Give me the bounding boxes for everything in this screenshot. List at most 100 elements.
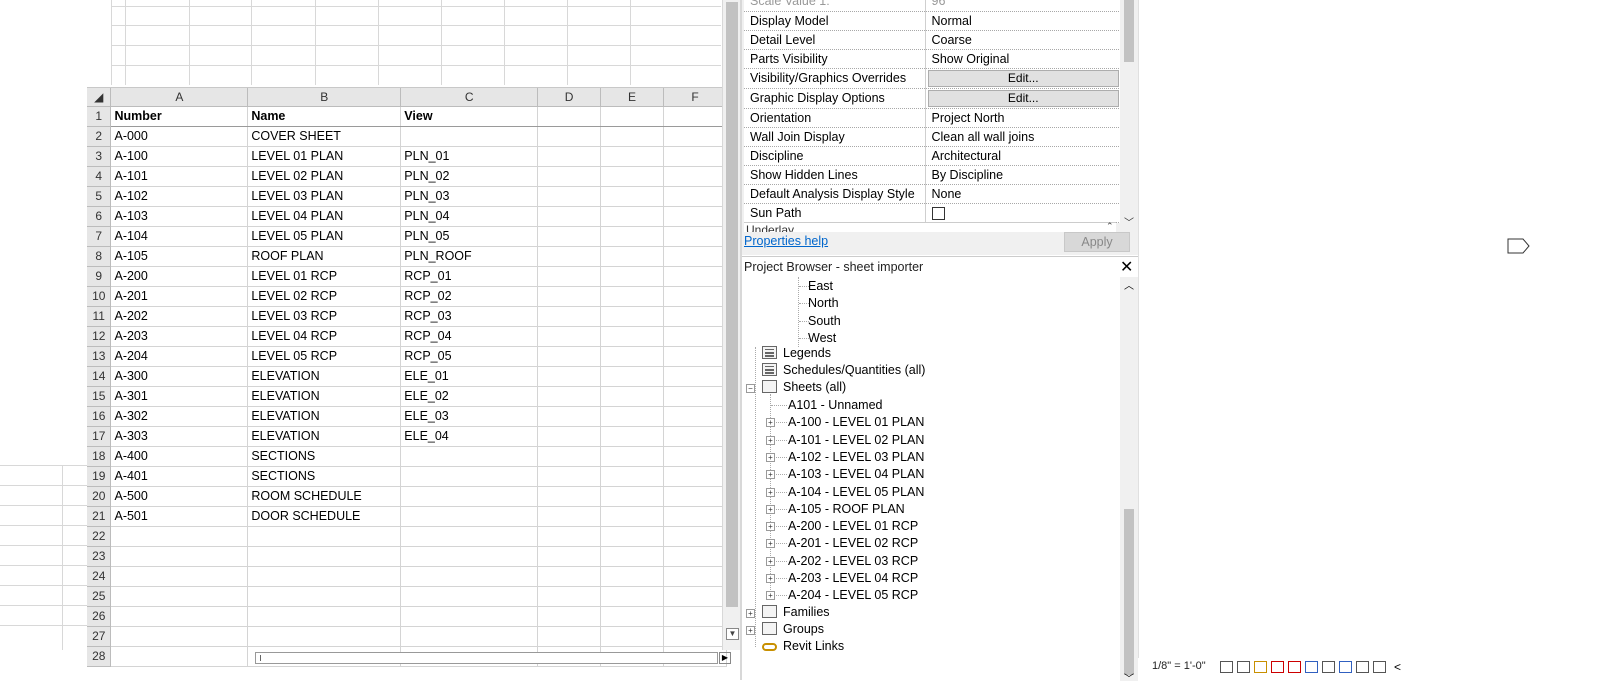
cell[interactable] bbox=[663, 506, 727, 527]
sun-path-checkbox[interactable] bbox=[931, 206, 945, 220]
tree-item-sheet[interactable]: A-104 - LEVEL 05 PLAN bbox=[788, 485, 924, 499]
cell[interactable]: A-201 bbox=[110, 286, 249, 307]
cell[interactable]: ROOM SCHEDULE bbox=[247, 486, 402, 507]
cell[interactable] bbox=[537, 506, 602, 527]
chevron-down-icon[interactable]: ﹀ bbox=[1124, 670, 1134, 685]
cell[interactable] bbox=[663, 246, 727, 267]
row-header[interactable]: 7 bbox=[87, 226, 112, 247]
cell[interactable]: LEVEL 02 RCP bbox=[247, 286, 402, 307]
tree-item-elevation[interactable]: West bbox=[808, 331, 836, 345]
cell[interactable]: ROOF PLAN bbox=[247, 246, 402, 267]
cell[interactable]: LEVEL 05 RCP bbox=[247, 346, 402, 367]
cell[interactable] bbox=[110, 546, 249, 567]
cell[interactable] bbox=[600, 226, 665, 247]
cell[interactable]: A-100 bbox=[110, 146, 249, 167]
cell[interactable] bbox=[537, 626, 602, 647]
row-header[interactable]: 28 bbox=[87, 646, 112, 667]
expand-toggle-icon[interactable]: + bbox=[746, 609, 755, 618]
cell[interactable]: RCP_03 bbox=[400, 306, 539, 327]
cell[interactable] bbox=[600, 106, 665, 127]
cell[interactable] bbox=[537, 326, 602, 347]
cell[interactable]: A-202 bbox=[110, 306, 249, 327]
cell[interactable] bbox=[663, 166, 727, 187]
row-header[interactable]: 1 bbox=[87, 106, 112, 127]
cell[interactable]: A-400 bbox=[110, 446, 249, 467]
cell[interactable] bbox=[400, 466, 539, 487]
row-header[interactable]: 24 bbox=[87, 566, 112, 587]
cell[interactable]: A-000 bbox=[110, 126, 249, 147]
tree-item-sheet[interactable]: A-203 - LEVEL 04 RCP bbox=[788, 571, 918, 585]
drawing-canvas[interactable] bbox=[1138, 0, 1598, 680]
cell[interactable] bbox=[110, 586, 249, 607]
cell[interactable] bbox=[400, 626, 539, 647]
property-value[interactable]: None bbox=[925, 184, 1122, 204]
cell[interactable]: A-501 bbox=[110, 506, 249, 527]
expand-toggle-icon[interactable]: + bbox=[766, 487, 775, 497]
row-header[interactable]: 8 bbox=[87, 246, 112, 267]
cell[interactable]: SECTIONS bbox=[247, 466, 402, 487]
cell[interactable] bbox=[600, 446, 665, 467]
cell[interactable]: ELE_03 bbox=[400, 406, 539, 427]
cell[interactable]: LEVEL 04 RCP bbox=[247, 326, 402, 347]
cell[interactable] bbox=[400, 446, 539, 467]
cell[interactable] bbox=[600, 326, 665, 347]
cell[interactable]: COVER SHEET bbox=[247, 126, 402, 147]
cell[interactable] bbox=[663, 306, 727, 327]
cell[interactable]: A-302 bbox=[110, 406, 249, 427]
cell[interactable] bbox=[600, 286, 665, 307]
row-header[interactable]: 22 bbox=[87, 526, 112, 547]
cell[interactable]: ELE_04 bbox=[400, 426, 539, 447]
cell[interactable]: A-105 bbox=[110, 246, 249, 267]
row-header[interactable]: 3 bbox=[87, 146, 112, 167]
cell[interactable]: Number bbox=[110, 106, 249, 127]
cell[interactable] bbox=[600, 386, 665, 407]
row-header[interactable]: 17 bbox=[87, 426, 112, 447]
cell[interactable]: PLN_01 bbox=[400, 146, 539, 167]
cell[interactable] bbox=[400, 526, 539, 547]
row-header[interactable]: 19 bbox=[87, 466, 112, 487]
row-header[interactable]: 14 bbox=[87, 366, 112, 387]
cell[interactable] bbox=[400, 126, 539, 147]
cell[interactable] bbox=[663, 626, 727, 647]
cell[interactable]: RCP_01 bbox=[400, 266, 539, 287]
cell[interactable]: LEVEL 03 RCP bbox=[247, 306, 402, 327]
cell[interactable] bbox=[247, 526, 402, 547]
tree-item-elevation[interactable]: South bbox=[808, 314, 841, 328]
chevron-up-icon[interactable]: ︿ bbox=[1124, 277, 1134, 292]
row-header[interactable]: 12 bbox=[87, 326, 112, 347]
chevron-down-icon[interactable]: ﹀ bbox=[1124, 214, 1134, 229]
expand-toggle-icon[interactable]: + bbox=[766, 418, 775, 428]
reveal-hidden-icon[interactable] bbox=[1339, 661, 1352, 673]
cell[interactable] bbox=[663, 266, 727, 287]
row-header[interactable]: 6 bbox=[87, 206, 112, 227]
column-header[interactable]: C bbox=[400, 88, 539, 107]
tree-item-sheet[interactable]: A-100 - LEVEL 01 PLAN bbox=[788, 415, 924, 429]
expand-toggle-icon[interactable]: + bbox=[766, 522, 775, 532]
analytical-model-icon[interactable] bbox=[1373, 661, 1386, 673]
cell[interactable]: View bbox=[400, 106, 539, 127]
cell[interactable] bbox=[600, 586, 665, 607]
expand-toggle-icon[interactable]: + bbox=[766, 539, 775, 549]
cell[interactable] bbox=[110, 526, 249, 547]
cell[interactable] bbox=[600, 406, 665, 427]
detail-level-icon[interactable] bbox=[1220, 661, 1233, 673]
sun-path-icon[interactable] bbox=[1254, 661, 1267, 673]
row-header[interactable]: 13 bbox=[87, 346, 112, 367]
cell[interactable]: A-500 bbox=[110, 486, 249, 507]
cell[interactable] bbox=[663, 366, 727, 387]
row-header[interactable]: 23 bbox=[87, 546, 112, 567]
property-value[interactable]: By Discipline bbox=[925, 165, 1122, 185]
cell[interactable] bbox=[537, 466, 602, 487]
cell[interactable] bbox=[247, 566, 402, 587]
tree-item-families[interactable]: Families bbox=[783, 605, 830, 619]
cell[interactable] bbox=[400, 586, 539, 607]
cell[interactable] bbox=[600, 246, 665, 267]
cell[interactable] bbox=[537, 226, 602, 247]
cell[interactable]: DOOR SCHEDULE bbox=[247, 506, 402, 527]
tree-item-sheet[interactable]: A-204 - LEVEL 05 RCP bbox=[788, 588, 918, 602]
cell[interactable] bbox=[663, 466, 727, 487]
cell[interactable]: A-303 bbox=[110, 426, 249, 447]
view-scale[interactable]: 1/8" = 1'-0" bbox=[1152, 660, 1206, 672]
cell[interactable]: LEVEL 01 PLAN bbox=[247, 146, 402, 167]
tree-item-legends[interactable]: Legends bbox=[783, 346, 831, 360]
